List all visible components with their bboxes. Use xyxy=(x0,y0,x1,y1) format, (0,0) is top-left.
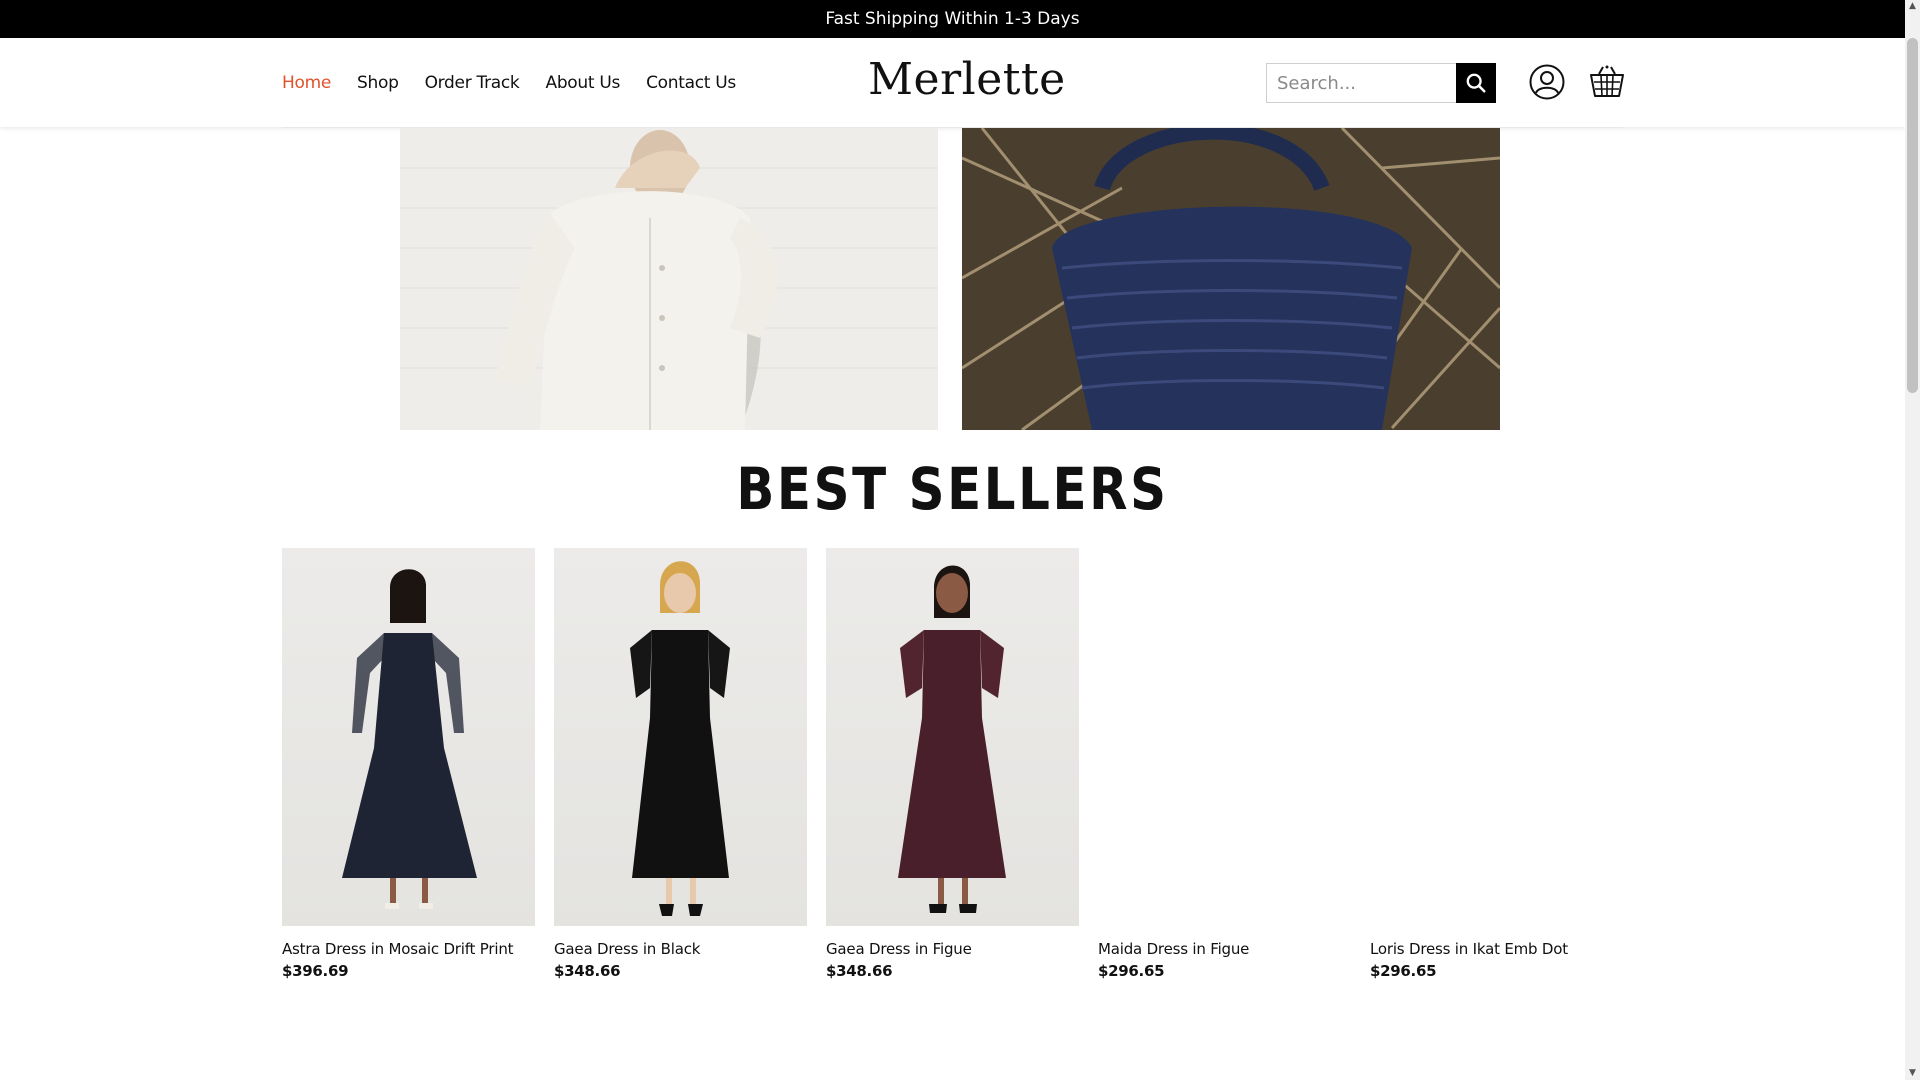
nav-about-us[interactable]: About Us xyxy=(545,73,620,93)
search-icon xyxy=(1466,73,1486,93)
product-name[interactable]: Gaea Dress in Figue xyxy=(826,940,1079,958)
product-image[interactable] xyxy=(826,548,1079,926)
product-name[interactable]: Loris Dress in Ikat Emb Dot xyxy=(1370,940,1623,958)
navy-bag-illustration xyxy=(962,128,1500,430)
scroll-up-arrow-icon[interactable]: ▲ xyxy=(1907,1,1918,12)
search-input[interactable] xyxy=(1267,64,1456,102)
product-price: $296.65 xyxy=(1098,962,1165,980)
nav-order-track[interactable]: Order Track xyxy=(425,73,520,93)
page-scrollbar[interactable]: ▲ ▼ xyxy=(1905,0,1920,1080)
product-card[interactable]: Maida Dress in Figue $296.65 xyxy=(1098,548,1351,980)
dress-figure xyxy=(342,569,477,909)
dress-figure xyxy=(630,561,730,916)
product-card[interactable]: Gaea Dress in Black $348.66 xyxy=(554,548,807,980)
product-price: $396.69 xyxy=(282,962,349,980)
product-card[interactable]: Astra Dress in Mosaic Drift Print $396.6… xyxy=(282,548,535,980)
best-sellers-heading: BEST SELLERS xyxy=(736,455,1169,523)
nav-contact-us[interactable]: Contact Us xyxy=(646,73,736,93)
dress-figure xyxy=(898,565,1006,913)
brand-logo[interactable]: Merlette xyxy=(868,54,1065,105)
search-box xyxy=(1266,63,1496,103)
announcement-text: Fast Shipping Within 1-3 Days xyxy=(825,9,1080,29)
product-image[interactable] xyxy=(554,548,807,926)
announcement-bar: Fast Shipping Within 1-3 Days xyxy=(0,0,1905,38)
scrollbar-thumb[interactable] xyxy=(1907,38,1918,393)
cart-button[interactable] xyxy=(1589,64,1625,100)
product-price: $296.65 xyxy=(1370,962,1437,980)
product-image[interactable] xyxy=(282,548,535,926)
search-button[interactable] xyxy=(1456,63,1496,103)
product-image[interactable] xyxy=(1370,548,1623,926)
nav-home[interactable]: Home xyxy=(282,73,331,93)
account-button[interactable] xyxy=(1529,64,1565,100)
scroll-down-arrow-icon[interactable]: ▼ xyxy=(1907,1068,1918,1079)
product-image[interactable] xyxy=(1098,548,1351,926)
woman-white-jacket-illustration xyxy=(400,128,938,430)
product-name[interactable]: Maida Dress in Figue xyxy=(1098,940,1351,958)
site-header: Home Shop Order Track About Us Contact U… xyxy=(0,38,1905,127)
product-card[interactable]: Loris Dress in Ikat Emb Dot $296.65 xyxy=(1370,548,1623,980)
user-circle-icon xyxy=(1529,64,1565,100)
shopping-basket-icon xyxy=(1590,65,1624,97)
product-name[interactable]: Astra Dress in Mosaic Drift Print xyxy=(282,940,535,958)
product-card[interactable]: Gaea Dress in Figue $348.66 xyxy=(826,548,1079,980)
main-nav: Home Shop Order Track About Us Contact U… xyxy=(282,38,762,127)
product-name[interactable]: Gaea Dress in Black xyxy=(554,940,807,958)
product-price: $348.66 xyxy=(826,962,893,980)
nav-shop[interactable]: Shop xyxy=(357,73,399,93)
product-price: $348.66 xyxy=(554,962,621,980)
hero-image-jacket[interactable] xyxy=(400,128,938,430)
hero-image-bag[interactable] xyxy=(962,128,1500,430)
